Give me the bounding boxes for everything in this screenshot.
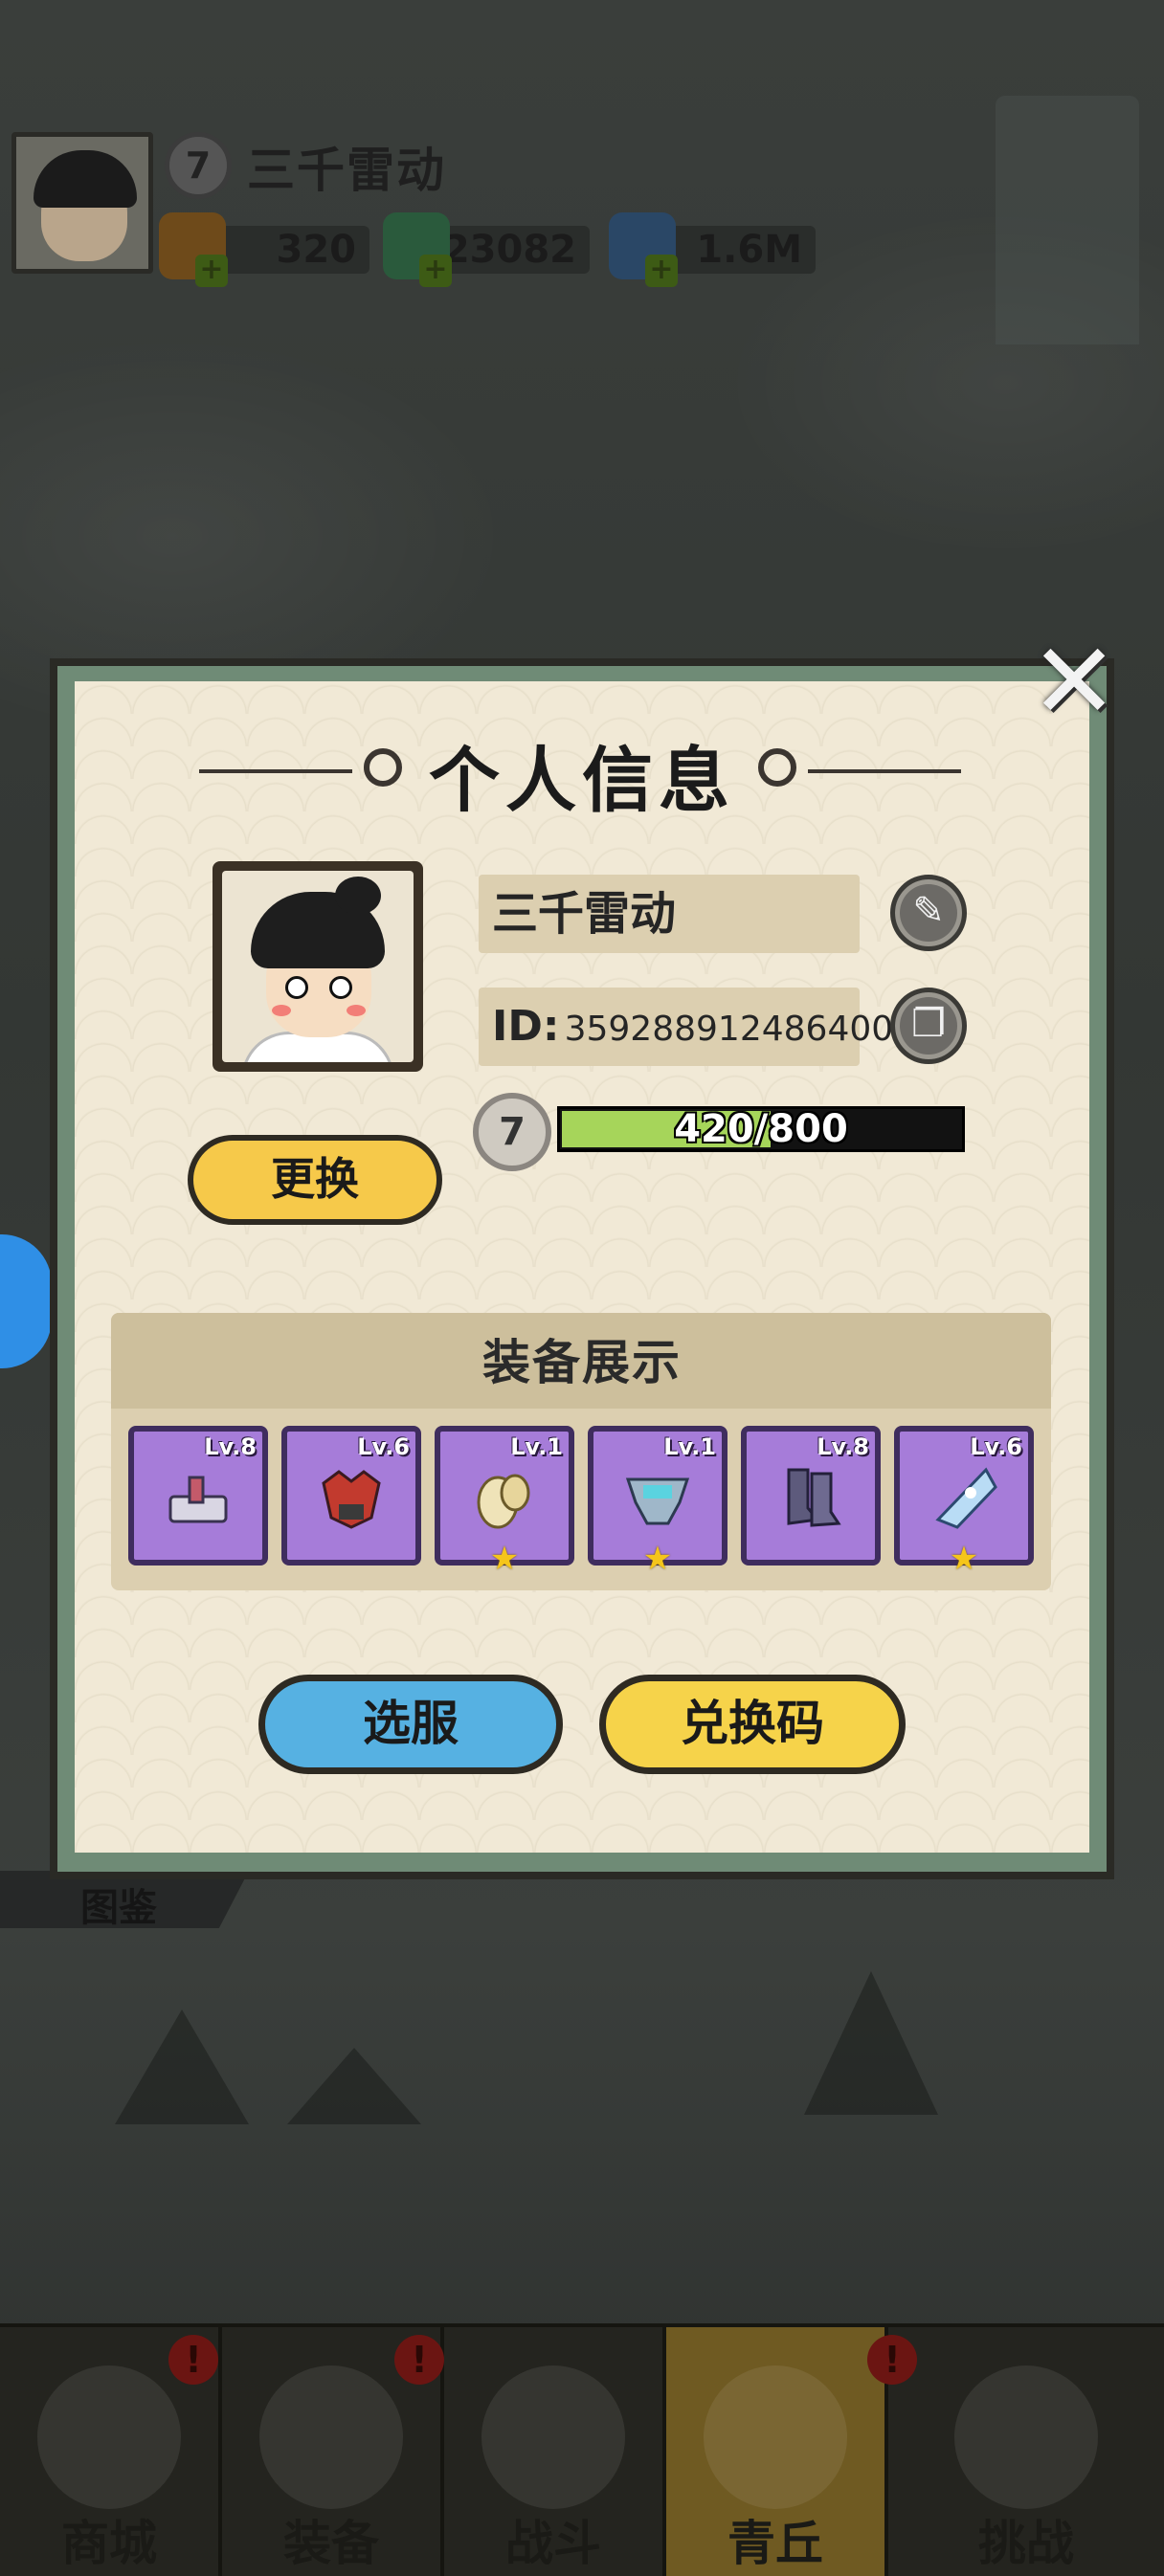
xp-progress-bar: 420/800	[557, 1106, 965, 1152]
bottom-nav: ! 商城 ! 装备 战斗 ! 青丘 挑战	[0, 2323, 1164, 2576]
avatar-eye	[285, 976, 308, 999]
add-treasure-icon[interactable]: +	[195, 255, 228, 287]
nav-label: 商城	[61, 2516, 157, 2571]
equipment-slot[interactable]: Lv.8	[128, 1426, 268, 1566]
equipment-level: Lv.1	[663, 1433, 716, 1460]
rename-brush-icon[interactable]: ✎	[890, 875, 967, 951]
tujian-label: 图鉴	[80, 1886, 157, 1930]
avatar-eye	[329, 976, 352, 999]
profile-modal	[75, 681, 1089, 1853]
redeem-code-button[interactable]: 兑换码	[599, 1675, 906, 1774]
id-value: 359288912486400	[564, 1010, 894, 1049]
frost-armor-icon	[625, 1477, 690, 1525]
hud-level-badge: 7	[165, 132, 232, 199]
equipment-level: Lv.1	[510, 1433, 563, 1460]
shop-icon	[37, 2365, 181, 2509]
avatar-cheek	[347, 1005, 366, 1016]
copy-id-icon[interactable]: ❐	[890, 988, 967, 1064]
crossed-swords-icon	[481, 2365, 625, 2509]
close-icon[interactable]: ✕	[1030, 629, 1118, 734]
mountain-silhouette	[287, 2048, 421, 2124]
nav-item-shop[interactable]: ! 商城	[0, 2327, 222, 2576]
equipment-level: Lv.8	[204, 1433, 257, 1460]
mountain-silhouette	[115, 2010, 249, 2124]
challenge-icon	[954, 2365, 1098, 2509]
profile-avatar[interactable]	[213, 861, 423, 1072]
hud-player-name: 三千雷动	[247, 143, 446, 198]
boots-icon	[787, 1468, 841, 1527]
mountain-icon	[704, 2365, 847, 2509]
add-crystal-icon[interactable]: +	[645, 255, 678, 287]
select-server-button[interactable]: 选服	[258, 1675, 563, 1774]
ice-crystal-icon	[935, 1467, 997, 1529]
star-icon: ★	[489, 1540, 520, 1578]
add-jade-icon[interactable]: +	[419, 255, 452, 287]
equipment-level: Lv.8	[817, 1433, 869, 1460]
equipment-showcase-title: 装备展示	[482, 1335, 682, 1390]
equipment-level: Lv.6	[970, 1433, 1022, 1460]
anvil-icon	[168, 1476, 228, 1523]
mountain-silhouette	[804, 1971, 938, 2115]
gold-shoulder-icon	[477, 1474, 530, 1529]
equipment-slot[interactable]: Lv.6	[281, 1426, 421, 1566]
equipment-slot[interactable]: Lv.8	[741, 1426, 881, 1566]
tujian-tab[interactable]: 图鉴	[0, 1871, 249, 1928]
change-avatar-button[interactable]: 更换	[188, 1135, 442, 1225]
nav-item-challenge[interactable]: 挑战	[888, 2327, 1164, 2576]
alert-badge: !	[168, 2335, 218, 2385]
avatar-hair-bun	[335, 877, 381, 915]
alert-badge: !	[394, 2335, 444, 2385]
player-name-field: 三千雷动	[479, 875, 860, 953]
nav-item-equipment[interactable]: ! 装备	[222, 2327, 444, 2576]
nav-label: 挑战	[978, 2516, 1074, 2571]
nav-label: 战斗	[505, 2516, 601, 2571]
demon-mask-icon	[322, 1470, 381, 1529]
pagoda-silhouette	[996, 96, 1139, 344]
nav-label: 装备	[283, 2516, 379, 2571]
nav-item-qingqiu[interactable]: ! 青丘	[666, 2327, 917, 2576]
avatar-cheek	[272, 1005, 291, 1016]
star-icon: ★	[642, 1540, 673, 1578]
avatar-portrait	[222, 871, 414, 1062]
nav-label: 青丘	[728, 2516, 823, 2571]
player-id-field: ID: 359288912486400	[479, 988, 893, 1066]
xp-text: 420/800	[674, 1107, 848, 1151]
modal-title: 个人信息	[429, 740, 735, 822]
helmet-icon	[259, 2365, 403, 2509]
hud-avatar[interactable]	[11, 132, 153, 274]
hud-avatar-hair	[34, 150, 137, 208]
level-badge: 7	[473, 1093, 551, 1171]
nav-item-battle[interactable]: 战斗	[444, 2327, 666, 2576]
id-label: ID:	[492, 1002, 560, 1051]
star-icon: ★	[949, 1540, 979, 1578]
equipment-level: Lv.6	[357, 1433, 410, 1460]
